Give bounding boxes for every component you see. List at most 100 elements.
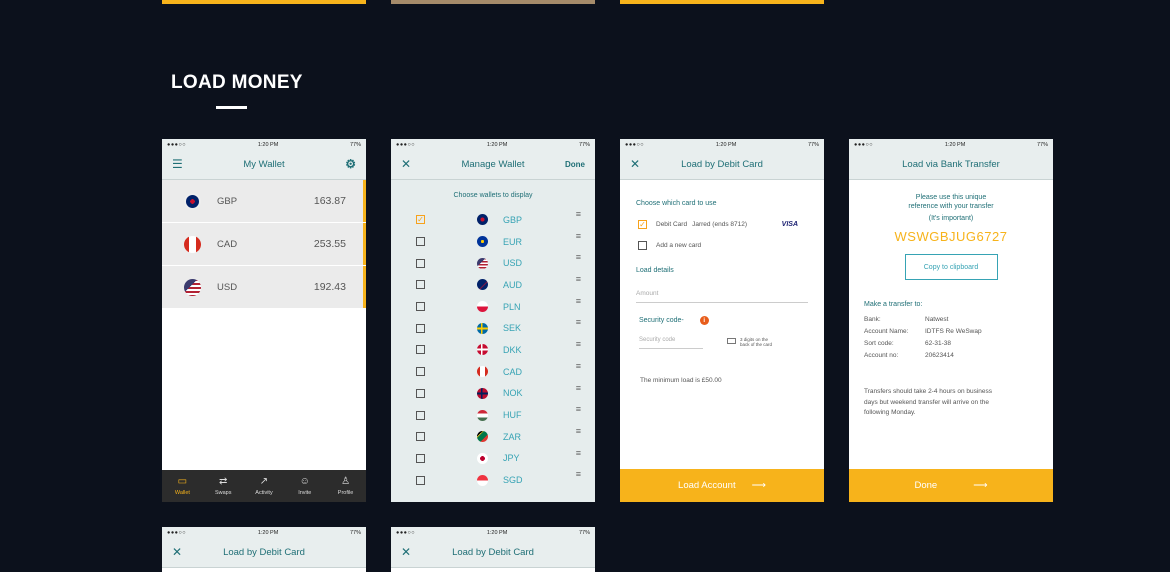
battery-indicator: 77% <box>578 141 590 148</box>
load-account-button[interactable]: Load Account ⟶ <box>620 469 824 502</box>
tab-wallet[interactable]: ▭ Wallet <box>162 470 203 502</box>
currency-checkbox[interactable] <box>416 432 425 442</box>
currency-checkbox[interactable] <box>416 302 425 312</box>
security-code-input[interactable]: Security code <box>639 337 703 349</box>
wallet-row-gbp[interactable]: GBP 163.87 <box>162 180 366 223</box>
dkk-flag-icon <box>477 344 488 356</box>
currency-row-nok[interactable]: NOK ≡ <box>391 383 595 405</box>
add-card-checkbox[interactable] <box>638 241 647 250</box>
currency-row-cad[interactable]: CAD ≡ <box>391 361 595 383</box>
currency-row-jpy[interactable]: JPY ≡ <box>391 448 595 470</box>
signal-indicator: ●●●○○ <box>396 529 416 536</box>
add-card-option[interactable]: Add a new card <box>636 241 808 250</box>
wallet-row-usd[interactable]: USD 192.43 <box>162 266 366 309</box>
info-icon[interactable]: i <box>699 316 709 325</box>
important-note: (It's important) <box>928 215 974 222</box>
card-option-debit[interactable]: ✓ Debit Card Jarred (ends 8712) VISA <box>636 220 808 229</box>
arrow-right-icon: ⟶ <box>751 480 766 491</box>
drag-handle-icon[interactable]: ≡ <box>576 252 581 262</box>
drag-handle-icon[interactable]: ≡ <box>576 361 581 371</box>
close-icon[interactable]: ✕ <box>401 546 411 558</box>
currency-row-eur[interactable]: EUR ≡ <box>391 231 595 253</box>
done-button[interactable]: Done <box>565 160 585 169</box>
tab-activity[interactable]: ↗ Activity <box>244 470 285 502</box>
tab-profile[interactable]: ♙ Profile <box>325 470 366 502</box>
done-button[interactable]: Done ⟶ <box>849 469 1053 502</box>
currency-checkbox[interactable] <box>416 258 425 268</box>
close-icon[interactable]: ✕ <box>401 158 411 170</box>
currency-row-gbp[interactable]: ✓ GBP ≡ <box>391 209 595 231</box>
currency-code: SEK <box>503 323 522 334</box>
done-label: Done <box>914 480 938 491</box>
drag-handle-icon[interactable]: ≡ <box>576 426 581 436</box>
currency-row-aud[interactable]: AUD ≡ <box>391 274 595 296</box>
screen-title: Load by Debit Card <box>452 547 534 558</box>
currency-checkbox[interactable] <box>416 410 425 420</box>
drag-handle-icon[interactable]: ≡ <box>576 339 581 349</box>
currency-row-dkk[interactable]: DKK ≡ <box>391 339 595 361</box>
currency-checkbox[interactable] <box>416 475 425 485</box>
close-icon[interactable]: ✕ <box>630 158 640 170</box>
currency-checkbox[interactable] <box>416 367 425 377</box>
transfer-note-line-1: Transfers should take 2-4 hours on busin… <box>864 388 993 395</box>
currency-checkbox[interactable] <box>416 323 425 333</box>
currency-checkbox[interactable] <box>416 237 425 247</box>
copy-to-clipboard-button[interactable]: Copy to clipboard <box>904 254 998 280</box>
battery-indicator: 77% <box>349 141 361 148</box>
signal-indicator: ●●●○○ <box>167 141 187 148</box>
usd-flag-icon <box>477 257 488 269</box>
aud-flag-icon <box>477 279 488 291</box>
currency-checkbox[interactable] <box>416 388 425 398</box>
drag-handle-icon[interactable]: ≡ <box>576 469 581 479</box>
currency-checkbox[interactable] <box>416 345 425 355</box>
transfer-note-line-3: following Monday. <box>864 409 916 416</box>
card-checkbox[interactable]: ✓ <box>638 220 647 229</box>
currency-row-usd[interactable]: USD ≡ <box>391 252 595 274</box>
status-time: 1:20 PM <box>257 141 279 148</box>
drag-handle-icon[interactable]: ≡ <box>576 448 581 458</box>
bank-transfer-screen: ●●●○○ 1:20 PM 77% Load via Bank Transfer… <box>849 139 1053 502</box>
currency-row-pln[interactable]: PLN ≡ <box>391 296 595 318</box>
card-back-icon <box>727 338 736 344</box>
tab-swaps[interactable]: ⇄ Swaps <box>203 470 244 502</box>
huf-flag-icon <box>477 409 488 421</box>
amount-input[interactable]: Amount <box>636 290 808 303</box>
nav-bar: ✕ Load by Debit Card <box>620 150 824 180</box>
drag-handle-icon[interactable]: ≡ <box>576 209 581 219</box>
status-bar: ●●●○○ 1:20 PM 77% <box>849 139 1053 150</box>
currency-checkbox[interactable] <box>416 280 425 290</box>
wallet-row-cad[interactable]: CAD 253.55 <box>162 223 366 266</box>
sgd-flag-icon <box>477 474 488 486</box>
currency-code: NOK <box>503 388 523 399</box>
currency-row-sek[interactable]: SEK ≡ <box>391 317 595 339</box>
status-time: 1:20 PM <box>715 141 737 148</box>
drag-handle-icon[interactable]: ≡ <box>576 404 581 414</box>
drag-handle-icon[interactable]: ≡ <box>576 274 581 284</box>
tab-invite[interactable]: ☺ Invite <box>284 470 325 502</box>
drag-handle-icon[interactable]: ≡ <box>576 317 581 327</box>
detail-key: Account Name: <box>864 328 909 335</box>
visa-logo: VISA <box>781 221 798 228</box>
status-bar: ●●●○○ 1:20 PM 77% <box>620 139 824 150</box>
currency-checkbox[interactable] <box>416 453 425 463</box>
drag-handle-icon[interactable]: ≡ <box>576 383 581 393</box>
gbp-flag-icon <box>477 214 488 226</box>
settings-gear-icon[interactable]: ⚙ <box>345 157 356 171</box>
currency-code: USD <box>503 258 523 269</box>
currency-row-huf[interactable]: HUF ≡ <box>391 404 595 426</box>
signal-indicator: ●●●○○ <box>167 529 187 536</box>
drag-handle-icon[interactable]: ≡ <box>576 231 581 241</box>
drag-handle-icon[interactable]: ≡ <box>576 296 581 306</box>
screen-title: Load by Debit Card <box>223 547 305 558</box>
close-icon[interactable]: ✕ <box>172 546 182 558</box>
arrow-right-icon: ⟶ <box>973 480 988 491</box>
currency-checkbox[interactable]: ✓ <box>416 215 425 225</box>
currency-row-sgd[interactable]: SGD ≡ <box>391 469 595 491</box>
status-time: 1:20 PM <box>486 141 508 148</box>
currency-row-zar[interactable]: ZAR ≡ <box>391 426 595 448</box>
hamburger-menu-icon[interactable]: ☰ <box>172 158 183 170</box>
us-flag-icon <box>184 278 201 296</box>
currency-code: CAD <box>503 366 523 377</box>
nav-bar: ✕ Load by Debit Card <box>391 538 595 568</box>
nok-flag-icon <box>477 387 488 399</box>
